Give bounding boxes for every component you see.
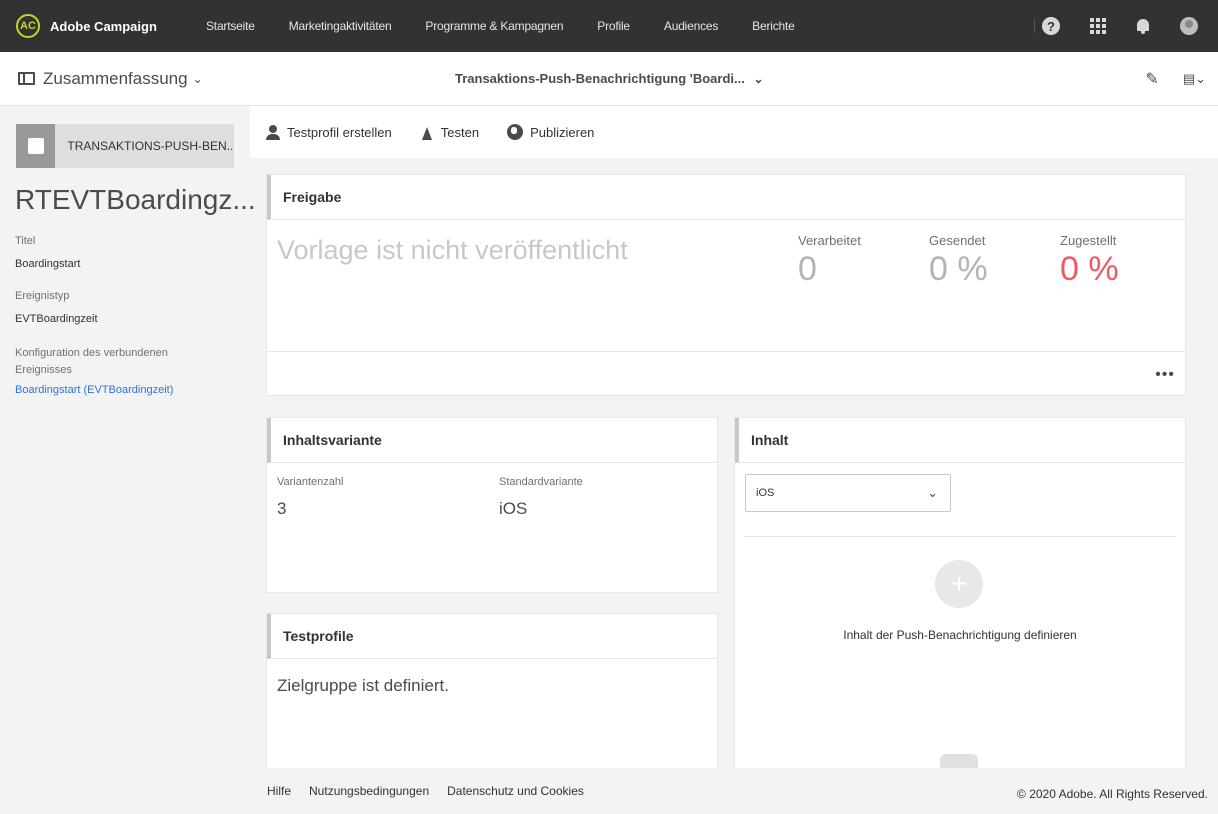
more-options-icon[interactable]: ••• [1155, 366, 1175, 384]
brand[interactable]: AC Adobe Campaign [16, 14, 206, 38]
nav-item-berichte[interactable]: Berichte [752, 19, 795, 33]
freigabe-card: Freigabe Vorlage ist nicht veröffentlich… [266, 174, 1186, 396]
nav-divider [1034, 19, 1035, 33]
stat-zugestellt: Zugestellt 0 % [1060, 233, 1119, 289]
stat-verarbeitet: Verarbeitet 0 [798, 233, 861, 289]
test-profiles-card-title: Testprofile [267, 614, 717, 659]
footer-link-hilfe[interactable]: Hilfe [267, 784, 291, 798]
template-type-header: TRANSAKTIONS-PUSH-BEN... [16, 124, 234, 168]
nav-item-audiences[interactable]: Audiences [664, 19, 718, 33]
content-card: Inhalt iOS ⌄ + Inhalt der Push-Benachric… [734, 417, 1186, 777]
platform-select[interactable]: iOS ⌄ [745, 474, 951, 512]
linked-event-link[interactable]: Boardingstart (EVTBoardingzeit) [15, 384, 173, 396]
footer-link-datenschutz[interactable]: Datenschutz und Cookies [447, 784, 584, 798]
nav-utility-icons: ? [1042, 0, 1198, 52]
chevron-down-icon: ⌄ [927, 485, 938, 500]
default-variant-label: Standardvariante [499, 476, 583, 488]
stat-value: 0 % [1060, 250, 1119, 288]
stat-label: Zugestellt [1060, 233, 1117, 248]
apps-grid-icon[interactable] [1090, 18, 1106, 34]
bell-icon[interactable] [1136, 17, 1150, 35]
test-profiles-card: Testprofile Zielgruppe ist definiert. [266, 613, 718, 777]
stat-label: Gesendet [929, 233, 986, 248]
content-card-title: Inhalt [735, 418, 1185, 463]
person-icon [266, 124, 280, 140]
adobe-campaign-logo-icon: AC [16, 14, 40, 38]
content-variant-card-title: Inhaltsvariante [267, 418, 717, 463]
divider [745, 536, 1175, 537]
field-label-ereignistyp: Ereignistyp [15, 290, 70, 302]
brand-name: Adobe Campaign [50, 18, 157, 34]
nav-item-programme-kampagnen[interactable]: Programme & Kampagnen [425, 19, 563, 33]
page-footer: Hilfe Nutzungsbedingungen Datenschutz un… [250, 768, 1218, 814]
publication-status: Vorlage ist nicht veröffentlicht [277, 235, 628, 265]
freigabe-card-footer: ••• [267, 351, 1185, 396]
freigabe-card-title: Freigabe [267, 175, 1185, 220]
stat-value: 0 [798, 250, 817, 288]
help-icon[interactable]: ? [1042, 17, 1060, 35]
push-message-icon [16, 124, 56, 168]
summary-dropdown[interactable]: Zusammenfassung ⌄ [18, 69, 203, 89]
footer-link-nutzungsbedingungen[interactable]: Nutzungsbedingungen [309, 784, 429, 798]
chevron-down-icon: ⌄ [753, 72, 764, 86]
test-profiles-status: Zielgruppe ist definiert. [277, 676, 449, 695]
left-summary-panel: TRANSAKTIONS-PUSH-BEN... RTEVTBoardingz.… [0, 106, 256, 814]
content-variant-card: Inhaltsvariante Variantenzahl 3 Standard… [266, 417, 718, 593]
stat-label: Verarbeitet [798, 233, 861, 248]
flask-icon [420, 125, 434, 140]
publish-button[interactable]: Publizieren [507, 124, 594, 140]
add-content-button[interactable]: + [935, 560, 983, 608]
field-value-ereignistyp: EVTBoardingzeit [15, 313, 98, 325]
delivery-title: Transaktions-Push-Benachrichtigung 'Boar… [455, 71, 745, 86]
test-label: Testen [440, 124, 480, 140]
copyright: © 2020 Adobe. All Rights Reserved. [1017, 787, 1208, 801]
test-button[interactable]: Testen [420, 125, 479, 140]
delivery-title-dropdown[interactable]: Transaktions-Push-Benachrichtigung 'Boar… [455, 71, 764, 86]
template-name: RTEVTBoardingz... [15, 184, 256, 215]
publish-label: Publizieren [530, 124, 595, 140]
panel-icon [18, 72, 35, 85]
nav-item-profile[interactable]: Profile [597, 19, 630, 33]
create-test-profile-button[interactable]: Testprofil erstellen [266, 124, 392, 140]
top-navigation: AC Adobe Campaign Startseite Marketingak… [0, 0, 1218, 52]
nav-item-startseite[interactable]: Startseite [206, 19, 255, 33]
variant-count-label: Variantenzahl [277, 476, 344, 488]
template-type-label: TRANSAKTIONS-PUSH-BEN... [67, 139, 234, 153]
avatar-icon[interactable] [1180, 17, 1198, 35]
field-label-titel: Titel [15, 235, 36, 247]
summary-label: Zusammenfassung [43, 68, 188, 88]
globe-icon [507, 124, 524, 140]
chevron-down-icon: ⌄ [192, 71, 203, 86]
field-value-titel: Boardingstart [15, 258, 81, 270]
default-variant-value: iOS [499, 499, 528, 518]
stat-value: 0 % [929, 250, 988, 288]
pencil-icon[interactable]: ✎ [1145, 69, 1158, 89]
variant-count-value: 3 [277, 499, 287, 518]
platform-select-value: iOS [756, 487, 775, 499]
action-bar: Testprofil erstellen Testen Publizieren [250, 106, 1218, 158]
nav-item-marketingaktivitaeten[interactable]: Marketingaktivitäten [289, 19, 392, 33]
add-content-label: Inhalt der Push-Benachrichtigung definie… [843, 628, 1077, 642]
create-test-profile-label: Testprofil erstellen [287, 124, 392, 140]
header-tools: ✎ ▤⌄ [1145, 69, 1206, 89]
field-label-konfiguration: Konfiguration des verbundenen Ereignisse… [15, 347, 168, 376]
report-chart-icon[interactable]: ▤⌄ [1183, 71, 1206, 87]
stat-gesendet: Gesendet 0 % [929, 233, 988, 289]
page-header-bar: Zusammenfassung ⌄ Transaktions-Push-Bena… [0, 52, 1218, 106]
